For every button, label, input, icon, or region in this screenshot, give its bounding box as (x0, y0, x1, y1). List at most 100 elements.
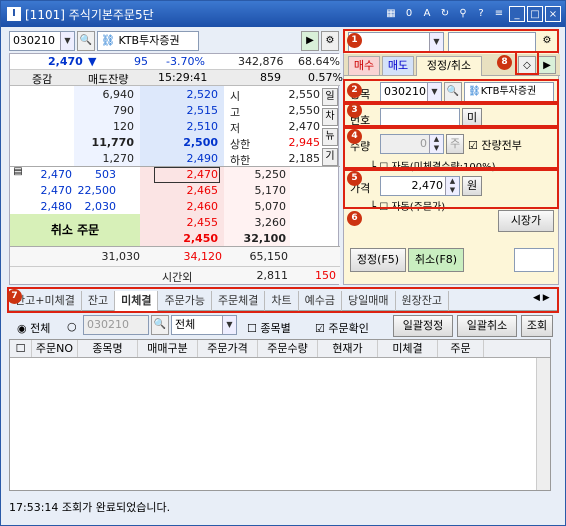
badge-5: 5 (347, 171, 362, 186)
highlight-7 (7, 287, 559, 313)
side-button[interactable]: 기 (322, 148, 338, 166)
radio-code[interactable]: ○ (67, 320, 77, 333)
ask-qty: 120 (113, 120, 134, 133)
current-price: 2,470 (48, 55, 83, 68)
close-icon[interactable]: × (545, 6, 561, 22)
fill-qty: 22,500 (77, 184, 117, 197)
quote-row: 2,470 ▼ 95 -3.70% 342,876 68.64% (10, 54, 340, 70)
font-icon[interactable]: A (419, 6, 435, 22)
select-all-checkbox[interactable]: ☐ (10, 340, 32, 357)
column-header: 주문 (438, 340, 484, 357)
confirm-checkbox[interactable]: ☑ 주문확인 (315, 320, 369, 336)
ask-price[interactable]: 2,520 (140, 88, 219, 101)
filter-chevron-icon[interactable]: ▼ (222, 316, 236, 334)
tab-buy[interactable]: 매수 (348, 56, 380, 76)
maximize-icon[interactable]: □ (527, 6, 543, 22)
market-price-button[interactable]: 시장가 (498, 210, 554, 232)
bid-ratio-header: 0.57% (308, 71, 343, 84)
grid-icon[interactable]: ▦ (383, 6, 399, 22)
help-icon[interactable]: ? (473, 6, 489, 22)
play-icon[interactable]: ▶ (301, 31, 319, 51)
pin-icon[interactable]: ⚲ (455, 6, 471, 22)
ask-total: 31,030 (101, 250, 141, 263)
query-button[interactable]: 조회 (521, 315, 553, 337)
filter-code-input[interactable]: 030210 (83, 315, 149, 335)
down-arrow-icon: ▼ (88, 55, 97, 68)
highlight-8 (515, 51, 539, 75)
bid-price[interactable]: 2,460 (140, 200, 219, 213)
highlight-4 (343, 127, 559, 169)
tab-modify-cancel[interactable]: 정정/취소 (416, 56, 482, 76)
tab-sell[interactable]: 매도 (382, 56, 414, 76)
ask-price[interactable]: 2,515 (140, 104, 219, 117)
bid-price[interactable]: 2,465 (140, 184, 219, 197)
link-icon[interactable]: ↻ (437, 6, 453, 22)
fill-qty: 2,030 (84, 200, 117, 213)
ask-qty: 11,770 (91, 136, 134, 149)
bid-total: 65,150 (249, 250, 289, 263)
ask-qty: 1,270 (102, 152, 135, 165)
grid-header: ☐ 주문NO 종목명 매매구분 주문가격 주문수량 현재가 미체결 주문 (10, 340, 550, 358)
highlight-1 (343, 29, 559, 53)
bid-price[interactable]: 2,455 (140, 216, 219, 229)
list-icon[interactable]: ▤ (10, 166, 26, 182)
side-button[interactable]: 뉴 (322, 128, 338, 146)
ask-ref-value: 2,550 (288, 88, 321, 101)
bulk-cancel-button[interactable]: 일괄취소 (457, 315, 517, 337)
badge-3: 3 (347, 103, 362, 118)
bid-price[interactable]: 2,450 (140, 232, 218, 245)
column-header: 주문수량 (258, 340, 318, 357)
bulk-modify-button[interactable]: 일괄정정 (393, 315, 453, 337)
cancel-order-label[interactable]: 취소 주문 (10, 214, 140, 246)
ask-ref-value: 2,470 (288, 120, 321, 133)
bid-qty: 5,250 (254, 168, 287, 181)
grid-scrollbar[interactable] (536, 358, 550, 490)
menu-icon[interactable]: ≡ (491, 6, 507, 22)
after-hours-label: 시간외 (162, 271, 193, 284)
badge-1: 1 (347, 33, 362, 48)
chevron-down-icon[interactable]: ▼ (60, 32, 74, 50)
app-icon: I (7, 7, 21, 21)
next-icon[interactable]: ▶ (538, 56, 556, 74)
bid-qty: 3,260 (254, 216, 287, 229)
column-header: 주문가격 (198, 340, 258, 357)
orderbook: 2,470 ▼ 95 -3.70% 342,876 68.64% 증감 매도잔량… (9, 53, 343, 285)
ask-price[interactable]: 2,490 (140, 152, 219, 165)
stock-name-field: ⛓ KTB투자증권 (97, 31, 199, 51)
column-header: 매매구분 (138, 340, 198, 357)
ask-price[interactable]: 2,510 (140, 120, 219, 133)
status-message: 17:53:14 조회가 완료되었습니다. (9, 501, 171, 514)
tab-scroll-arrows[interactable]: ◀ ▶ (533, 293, 550, 303)
change-value: 95 (134, 55, 148, 68)
memo-field[interactable] (514, 248, 554, 272)
column-header: 종목명 (78, 340, 138, 357)
column-header: 현재가 (318, 340, 378, 357)
ask-ref-value: 2,945 (288, 136, 321, 149)
gear-icon[interactable]: ⚙ (321, 31, 339, 51)
filter-search-icon[interactable]: 🔍 (151, 315, 169, 335)
volume-ratio: 68.64% (298, 55, 340, 68)
badge-6: 6 (347, 211, 362, 226)
minimize-icon[interactable]: _ (509, 6, 525, 22)
after-hours-qty: 2,811 (256, 269, 289, 282)
radio-all[interactable]: ◉ 전체 (17, 320, 50, 336)
totals-row: 31,030 34,120 65,150 (10, 246, 340, 266)
ask-price[interactable]: 2,500 (140, 136, 218, 149)
bid-qty: 5,170 (254, 184, 287, 197)
modify-button[interactable]: 정정(F5) (350, 248, 406, 272)
side-button[interactable]: 차 (322, 108, 338, 126)
total-diff: 34,120 (183, 250, 223, 263)
bid-total-header: 859 (260, 71, 281, 84)
zero-icon[interactable]: 0 (401, 6, 417, 22)
ask-ref-value: 2,185 (288, 152, 321, 165)
side-button[interactable]: 일 (322, 88, 338, 106)
by-stock-checkbox[interactable]: ☐ 종목별 (247, 320, 291, 336)
cancel-button[interactable]: 취소(F8) (408, 248, 464, 272)
column-header: 주문NO (32, 340, 78, 357)
ask-qty-header: 매도잔량 (88, 73, 129, 86)
highlight-3 (343, 103, 559, 127)
filter-row: ◉ 전체 ○ 030210 🔍 전체 ▼ ☐ 종목별 ☑ 주문확인 일괄정정 일… (9, 315, 559, 337)
time-header: 15:29:41 (158, 71, 208, 84)
search-icon[interactable]: 🔍 (77, 31, 95, 51)
ask-qty: 6,940 (102, 88, 135, 101)
